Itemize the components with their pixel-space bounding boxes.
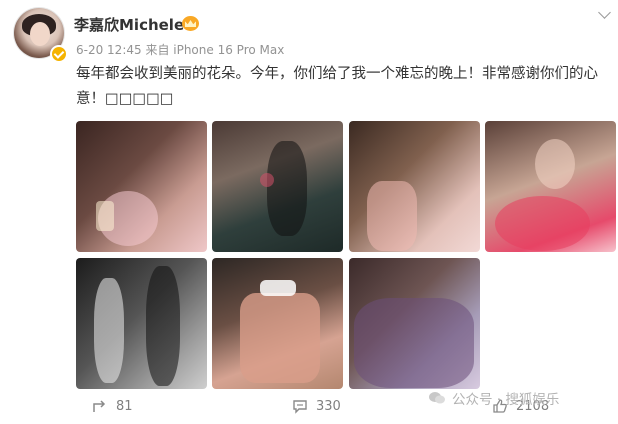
user-name[interactable]: 李嘉欣Michele bbox=[74, 14, 184, 35]
child-shape bbox=[94, 278, 124, 383]
cake-topper bbox=[260, 280, 296, 296]
verified-badge-icon bbox=[50, 45, 68, 63]
roses-shape bbox=[495, 196, 590, 251]
figure-shape bbox=[267, 141, 307, 236]
face-shape bbox=[535, 139, 575, 189]
crown-icon bbox=[182, 16, 199, 31]
photo-bw-with-child[interactable] bbox=[76, 258, 207, 389]
comment-icon bbox=[293, 400, 307, 414]
post-meta: 6-20 12:45 来自 iPhone 16 Pro Max bbox=[76, 43, 285, 57]
photo-butterfly-cake[interactable] bbox=[212, 258, 343, 389]
comment-button[interactable]: 330 bbox=[292, 398, 341, 414]
photo-seated-black-dress[interactable] bbox=[212, 121, 343, 252]
photo-birthday-cake-pink-dress[interactable] bbox=[76, 121, 207, 252]
candle-light bbox=[96, 201, 114, 231]
repost-icon bbox=[93, 400, 106, 412]
avatar-face bbox=[30, 22, 50, 46]
photo-cake-with-flowers[interactable] bbox=[349, 121, 480, 252]
photo-group-family[interactable] bbox=[349, 258, 480, 389]
group-shape bbox=[354, 298, 474, 388]
cake-shape bbox=[240, 293, 320, 383]
chevron-down-icon[interactable] bbox=[600, 10, 610, 20]
wechat-icon bbox=[429, 392, 445, 404]
post-text: 每年都会收到美丽的花朵。今年，你们给了我一个难忘的晚上！非常感谢你们的心意！□□… bbox=[76, 66, 598, 107]
watermark: 公众号 · 搜狐娱乐 bbox=[428, 388, 559, 408]
repost-count: 81 bbox=[116, 398, 133, 414]
photo-closeup-with-roses[interactable] bbox=[485, 121, 616, 252]
adult-shape bbox=[146, 266, 180, 386]
watermark-text: 公众号 · 搜狐娱乐 bbox=[452, 392, 560, 408]
cake-shape bbox=[367, 181, 417, 251]
flower-shape bbox=[260, 173, 274, 187]
repost-button[interactable]: 81 bbox=[92, 398, 133, 414]
comment-count: 330 bbox=[316, 398, 341, 414]
